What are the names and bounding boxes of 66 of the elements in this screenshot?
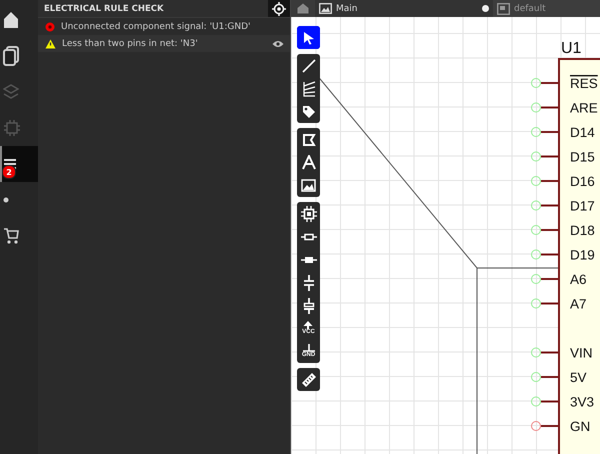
pin-label: D15 [570, 150, 595, 164]
bus-icon [302, 80, 316, 96]
home-icon [3, 11, 19, 29]
pin [531, 250, 559, 260]
resistor-icon [300, 256, 316, 264]
capacitor-icon [302, 298, 314, 314]
chip-icon [3, 119, 21, 137]
text-icon [302, 155, 316, 170]
dot-icon [3, 197, 9, 203]
locate-button[interactable] [268, 0, 290, 17]
layers-icon [3, 84, 19, 100]
pin [531, 298, 559, 308]
board-icon [497, 2, 510, 14]
pin-label: A6 [570, 272, 587, 287]
pin [531, 127, 559, 137]
line-icon [302, 58, 316, 72]
error-icon [45, 22, 55, 32]
pin [531, 225, 559, 235]
pin-label: D16 [570, 174, 595, 189]
list-icon [3, 158, 17, 170]
eye-icon[interactable] [272, 40, 284, 48]
pin [531, 396, 559, 406]
resistor-icon [300, 232, 316, 240]
pin-label: D18 [570, 223, 595, 238]
warning-icon [45, 38, 56, 48]
image-icon [319, 3, 332, 14]
pointer-icon [302, 30, 314, 44]
pin [531, 102, 559, 112]
panel-title: ELECTRICAL RULE CHECK [43, 4, 164, 14]
pin-label: 3V3 [570, 394, 594, 410]
sheet-tab[interactable]: Main [315, 0, 493, 17]
erc-message-row[interactable]: Less than two pins in net: 'N3' [38, 35, 290, 52]
capacitor-icon [302, 274, 314, 290]
pin [531, 348, 559, 358]
cart-icon [3, 227, 19, 245]
pin [531, 152, 559, 162]
count-badge: 2 [2, 165, 16, 179]
select-tool-button[interactable] [297, 26, 320, 49]
pin [531, 274, 559, 284]
ground-icon [302, 344, 316, 352]
pin-label: RES [570, 76, 598, 91]
pin-label: VIN [570, 346, 593, 360]
pin [531, 372, 559, 382]
pin-label: 5V [570, 370, 587, 385]
pin [531, 200, 559, 210]
tag-icon [302, 104, 316, 118]
pin-label: D14 [570, 125, 595, 140]
home-icon[interactable] [297, 3, 309, 14]
pin-label: D19 [570, 248, 595, 262]
image-icon [301, 179, 316, 192]
component-reference: U1 [561, 40, 582, 57]
files-icon [3, 46, 19, 66]
pin [531, 78, 559, 88]
pin [531, 421, 559, 431]
pin-label: ARE [570, 100, 598, 116]
erc-message: Less than two pins in net: 'N3' [62, 38, 199, 48]
chip-icon [300, 206, 316, 222]
arrow-up-icon [303, 321, 314, 329]
erc-message: Unconnected component signal: 'U1:GND' [61, 22, 252, 32]
pin [531, 176, 559, 186]
pin-label: A7 [570, 296, 587, 312]
ruler-icon [300, 372, 316, 388]
pin-label: D17 [570, 198, 595, 214]
polygon-icon [302, 132, 316, 146]
sidebar-item[interactable]: 2 [0, 146, 38, 182]
pin-label: GN [570, 419, 590, 434]
